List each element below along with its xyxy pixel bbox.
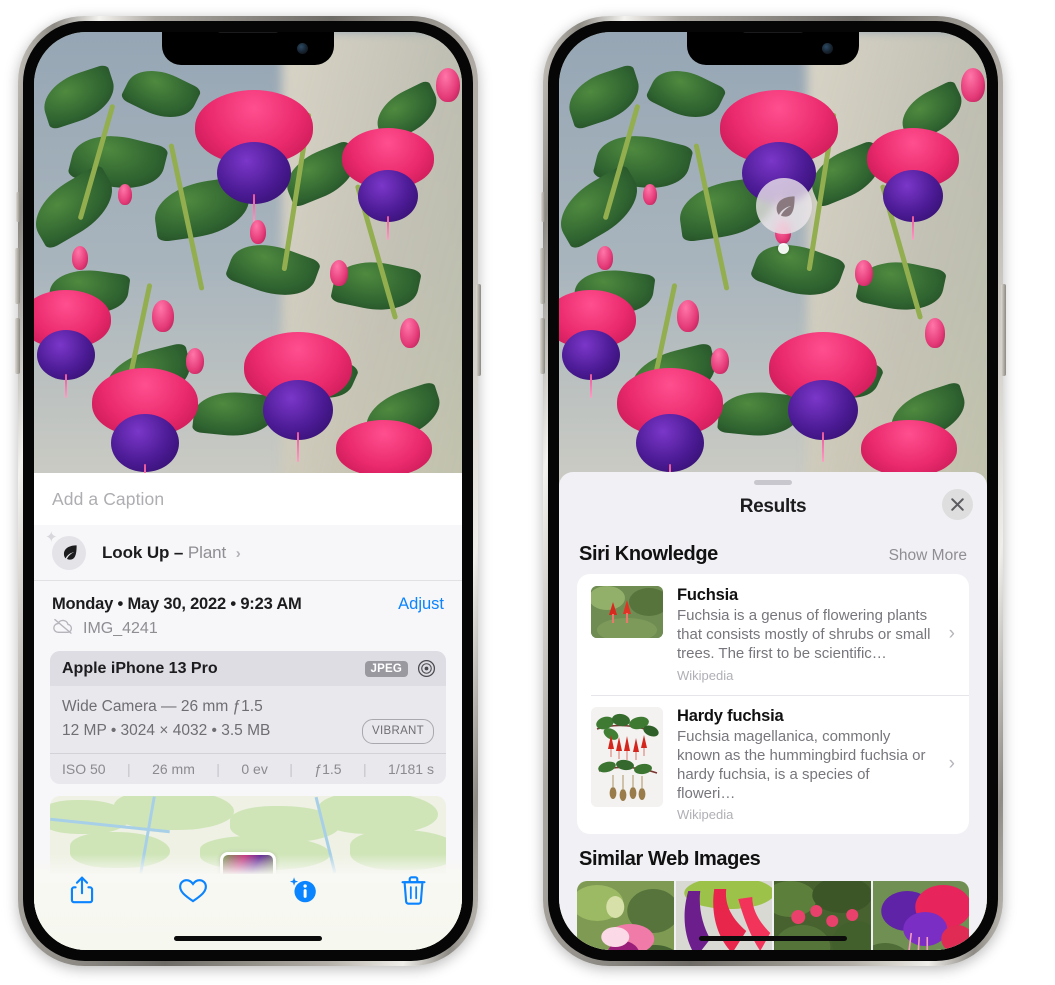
card-title: Fuchsia [677, 586, 738, 604]
chevron-right-icon: › [235, 544, 241, 562]
caption-placeholder: Add a Caption [52, 488, 165, 509]
side-power-button[interactable] [1001, 284, 1006, 376]
favorite-button[interactable]: Favorite [171, 870, 215, 910]
screen-right: Visual Look Up Results [559, 32, 987, 950]
camera-model: Apple iPhone 13 Pro [62, 659, 218, 677]
knowledge-card[interactable]: Fuchsia Fuchsia is a genus of flowering … [577, 574, 969, 695]
look-up-title: Look Up – [102, 542, 184, 562]
cloud-slash-icon [52, 618, 74, 639]
iphone-left-device: Add a Caption ✦ Look Up – Plant › Monday… [15, 16, 481, 966]
exif-stats-row: ISO 50 | 26 mm | 0 ev | ƒ1.5 | 1/181 s [50, 752, 446, 784]
chevron-right-icon: › [948, 753, 955, 775]
card-title: Hardy fuchsia [677, 706, 784, 725]
iphone-right-device: Visual Look Up Results [540, 16, 1006, 966]
siri-knowledge-header: Siri Knowledge Show More [559, 529, 987, 574]
file-name: IMG_4241 [83, 619, 158, 637]
visual-look-up-badge[interactable]: Visual Look Up [756, 178, 812, 234]
capture-date: Monday • May 30, 2022 • 9:23 AM [52, 595, 302, 613]
home-indicator[interactable] [699, 935, 847, 941]
card-source: Wikipedia [677, 667, 734, 683]
device-notch [687, 32, 859, 65]
info-button[interactable]: Info [281, 870, 325, 910]
earpiece-speaker [742, 32, 804, 33]
look-up-row[interactable]: ✦ Look Up – Plant › [34, 525, 462, 581]
aperture-icon [417, 659, 436, 678]
device-notch [162, 32, 334, 65]
section-title: Similar Web Images [579, 848, 761, 871]
silence-switch[interactable] [541, 192, 545, 222]
photographic-style-badge: VIBRANT [362, 719, 434, 744]
exif-stat-iso: ISO 50 [62, 760, 106, 777]
photo-info-sheet: Add a Caption ✦ Look Up – Plant › Monday… [34, 473, 462, 950]
web-image-thumbnail[interactable]: fuchsia-purple-pink-cluster [872, 881, 969, 950]
chevron-right-icon: › [948, 623, 955, 645]
card-description: Fuchsia magellanica, commonly known as t… [677, 727, 926, 803]
show-more-button[interactable]: Show More [889, 547, 967, 565]
card-thumbnail [591, 706, 663, 807]
section-title: Siri Knowledge [579, 543, 718, 565]
volume-down-button[interactable] [15, 318, 20, 374]
leaf-icon: ✦ [45, 530, 86, 570]
stat-divider: | [127, 760, 131, 777]
results-title: Results [739, 496, 807, 517]
caption-input[interactable]: Add a Caption [34, 473, 462, 525]
device-bezel: Add a Caption ✦ Look Up – Plant › Monday… [23, 21, 473, 961]
capture-date-row: Monday • May 30, 2022 • 9:23 AM Adjust [34, 581, 462, 614]
close-icon[interactable]: Close [942, 489, 973, 520]
look-up-label: Look Up – Plant › [102, 543, 241, 563]
exif-body: Wide Camera — 26 mm ƒ1.5 12 MP • 3024 × … [50, 686, 446, 753]
file-name-row: IMG_4241 [34, 614, 462, 639]
results-sheet: Results Close Siri Knowledge Show More [559, 472, 987, 950]
stat-divider: | [216, 760, 220, 777]
exif-details-card: Apple iPhone 13 Pro JPEG Wide Camera — 2… [50, 651, 446, 784]
share-button[interactable]: Share [60, 870, 104, 910]
resolution-info: 12 MP • 3024 × 4032 • 3.5 MB [62, 722, 271, 740]
knowledge-card[interactable]: Hardy fuchsia Fuchsia magellanica, commo… [577, 694, 969, 835]
volume-down-button[interactable] [540, 318, 545, 374]
similar-web-images-header: Similar Web Images [559, 834, 987, 875]
delete-button[interactable]: Delete [392, 870, 436, 910]
exif-stat-focal: 26 mm [152, 760, 195, 777]
stat-divider: | [362, 760, 367, 777]
results-header: Results Close [559, 485, 987, 529]
exif-stat-aperture: ƒ1.5 [314, 760, 342, 777]
device-bezel: Visual Look Up Results [548, 21, 998, 961]
lens-info: Wide Camera — 26 mm ƒ1.5 [62, 698, 263, 715]
exif-stat-ev: 0 ev [241, 760, 268, 777]
sparkle-icon: ✦ [45, 528, 58, 546]
front-camera-icon [822, 43, 833, 54]
screen-left: Add a Caption ✦ Look Up – Plant › Monday… [34, 32, 462, 950]
format-badge: JPEG [364, 660, 408, 677]
home-indicator[interactable] [174, 935, 322, 941]
card-description: Fuchsia is a genus of flowering plants t… [677, 607, 931, 663]
volume-up-button[interactable] [540, 248, 545, 304]
exif-stat-shutter: 1/181 s [388, 760, 434, 777]
volume-up-button[interactable] [15, 248, 20, 304]
adjust-button[interactable]: Adjust [398, 595, 444, 614]
screenshot-stage: Add a Caption ✦ Look Up – Plant › Monday… [0, 0, 1055, 985]
silence-switch[interactable] [16, 192, 20, 222]
earpiece-speaker [217, 32, 279, 33]
exif-header: Apple iPhone 13 Pro JPEG [50, 651, 446, 686]
side-power-button[interactable] [476, 284, 481, 376]
card-source: Wikipedia [677, 807, 734, 823]
visual-look-up-indicator-dot [778, 243, 789, 254]
card-thumbnail [591, 586, 663, 638]
siri-knowledge-cards: Fuchsia Fuchsia is a genus of flowering … [577, 574, 969, 835]
web-image-thumbnail[interactable]: fuchsia-pink-white-bloom [577, 881, 674, 950]
front-camera-icon [297, 43, 308, 54]
stat-divider: | [289, 760, 293, 777]
look-up-subject: Plant [187, 542, 227, 562]
